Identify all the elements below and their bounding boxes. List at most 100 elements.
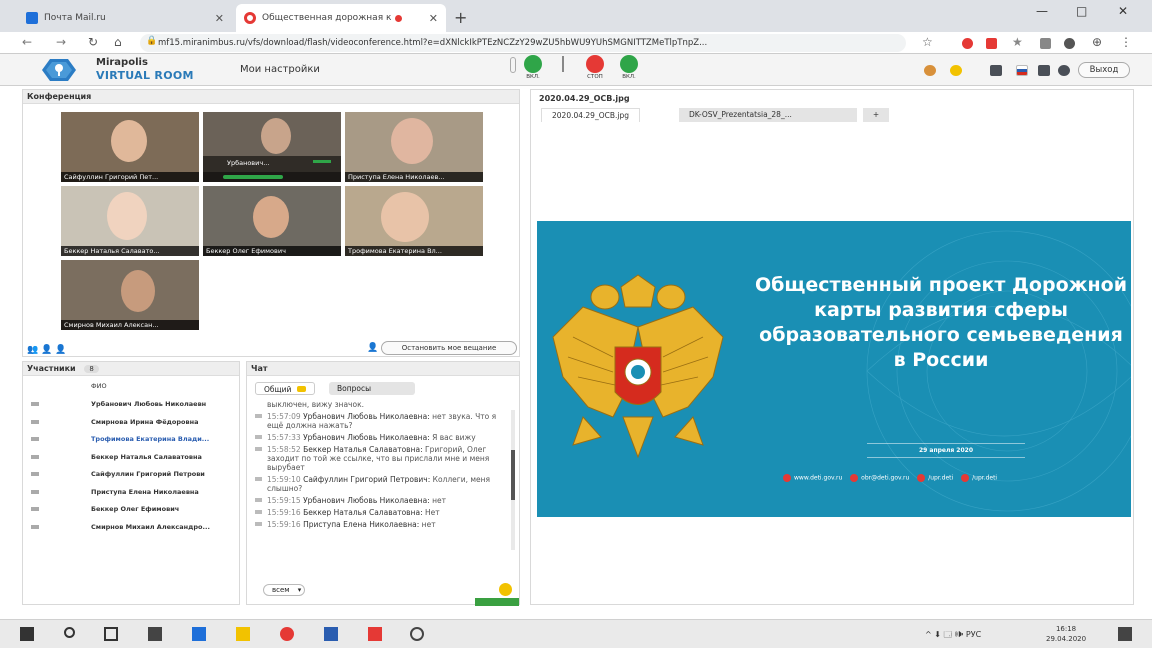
- participant-status-icon: [31, 507, 39, 511]
- russian-flag-icon[interactable]: [1016, 65, 1028, 76]
- file-explorer-icon[interactable]: [236, 627, 250, 641]
- screen-share-button[interactable]: ВКЛ.: [618, 55, 640, 80]
- browser-tab-mail[interactable]: Почта Mail.ru ✕: [18, 4, 232, 32]
- video-tile[interactable]: Смирнов Михаил Алексан...: [61, 260, 199, 330]
- mail-app-icon[interactable]: [192, 627, 206, 641]
- message-text: нет: [421, 520, 436, 529]
- video-tile[interactable]: Беккер Наталья Салавато...: [61, 186, 199, 256]
- document-tab-active[interactable]: 2020.04.29_OCB.jpg: [541, 108, 640, 122]
- windows-start-icon[interactable]: [20, 627, 34, 641]
- participant-row[interactable]: Приступа Елена Николаевна: [23, 484, 239, 500]
- participant-row[interactable]: Трофимова Екатерина Влади...: [23, 431, 239, 447]
- close-window-button[interactable]: ✕: [1118, 4, 1128, 18]
- participant-row[interactable]: Урбанович Любовь Николаевн: [23, 396, 239, 412]
- send-button[interactable]: [475, 598, 519, 606]
- mirapolis-logo-icon: [42, 59, 76, 81]
- participant-row[interactable]: Беккер Олег Ефимович: [23, 501, 239, 517]
- user-icon[interactable]: [1038, 65, 1050, 76]
- video-tile[interactable]: Сайфуллин Григорий Пет...: [61, 112, 199, 182]
- close-icon[interactable]: ✕: [215, 12, 224, 25]
- media-icon[interactable]: [1040, 38, 1051, 49]
- home-icon[interactable]: ⌂: [114, 35, 122, 49]
- browser-tab-strip: Почта Mail.ru ✕ Общественная дорожная к …: [0, 0, 1152, 32]
- menu-icon[interactable]: ⋮: [1120, 35, 1132, 49]
- maximize-button[interactable]: □: [1076, 4, 1087, 18]
- help-icon[interactable]: [1058, 65, 1070, 76]
- minimize-button[interactable]: —: [1036, 4, 1048, 18]
- settings-gear-icon[interactable]: [410, 627, 424, 641]
- message-icon: [255, 522, 262, 526]
- audio-level-control[interactable]: [552, 55, 574, 72]
- participant-name: Смирнов Михаил Александро...: [91, 522, 210, 531]
- notifications-icon[interactable]: [1118, 627, 1132, 641]
- chat-panel: Чат Общий Вопросы выключен, вижу значок.…: [246, 361, 520, 606]
- message-text: Нет: [425, 508, 440, 517]
- volume-bar[interactable]: [313, 160, 331, 163]
- message-icon: [255, 510, 262, 514]
- mic-label: ВКЛ.: [526, 74, 540, 80]
- participant-row[interactable]: Смирнова Ирина Фёдоровна: [23, 414, 239, 430]
- clock[interactable]: 16:18 29.04.2020: [1046, 624, 1086, 644]
- participants-view-icon[interactable]: 👥: [27, 345, 38, 355]
- my-settings-link[interactable]: Мои настройки: [240, 64, 320, 75]
- invite-icon[interactable]: 👤: [55, 345, 66, 355]
- new-tab-button[interactable]: +: [454, 8, 467, 27]
- url-text: mf15.miranimbus.ru/vfs/download/flash/vi…: [158, 38, 708, 48]
- clock-date: 29.04.2020: [1046, 635, 1087, 643]
- video-tile[interactable]: Трофимова Екатерина Вл...: [345, 186, 483, 256]
- stop-broadcast-button[interactable]: Остановить мое вещание: [381, 341, 517, 355]
- url-input[interactable]: mf15.miranimbus.ru/vfs/download/flash/vi…: [140, 34, 906, 52]
- new-tab-plus-icon[interactable]: ⊕: [1092, 35, 1102, 49]
- smiley-icon[interactable]: [499, 583, 512, 596]
- emoji-icon[interactable]: [950, 65, 962, 76]
- store-icon[interactable]: [148, 627, 162, 641]
- chat-message: 15:57:09 Урбанович Любовь Николаевна: не…: [255, 412, 513, 430]
- mic-toggle-button[interactable]: ВКЛ.: [522, 55, 544, 80]
- slide-link: /upr.deti: [928, 474, 954, 482]
- participant-row[interactable]: Сайфуллин Григорий Петрови: [23, 466, 239, 482]
- system-tray[interactable]: ^ ⬇ 🗔 🕪 РУС: [925, 629, 981, 643]
- forward-icon[interactable]: →: [56, 35, 66, 49]
- video-tile[interactable]: Урбанович...: [203, 112, 341, 182]
- yandex-icon[interactable]: [368, 627, 382, 641]
- task-view-icon[interactable]: [104, 627, 118, 641]
- participant-status-icon: [31, 437, 39, 441]
- participant-status-icon: [31, 419, 39, 424]
- folder-icon[interactable]: [990, 65, 1002, 76]
- document-tab[interactable]: DK-OSV_Prezentatsia_28_...: [679, 108, 857, 122]
- bookmark-icon[interactable]: ★: [1012, 35, 1023, 49]
- scrollbar-thumb[interactable]: [511, 450, 515, 500]
- participant-row[interactable]: Смирнов Михаил Александро...: [23, 519, 239, 535]
- chat-tab-questions[interactable]: Вопросы: [329, 382, 415, 395]
- lock-icon[interactable]: 🔒: [146, 36, 157, 46]
- close-icon[interactable]: ✕: [429, 12, 438, 25]
- slide-link: /upr.deti: [972, 474, 998, 482]
- reload-icon[interactable]: ↻: [88, 35, 98, 49]
- participant-row[interactable]: Беккер Наталья Салаватовна: [23, 449, 239, 465]
- chrome-taskbar-icon[interactable]: [280, 627, 294, 641]
- browser-tab-conference[interactable]: Общественная дорожная к ✕: [236, 4, 446, 32]
- video-tile[interactable]: Беккер Олег Ефимович: [203, 186, 341, 256]
- screen-icon: [620, 55, 638, 73]
- participant-status-icon: [31, 489, 39, 494]
- back-icon[interactable]: ←: [22, 35, 32, 49]
- add-user-icon[interactable]: 👤: [41, 345, 52, 355]
- profile-icon[interactable]: [1064, 38, 1075, 49]
- extension-icon[interactable]: [986, 38, 997, 49]
- hand-icon[interactable]: [924, 65, 936, 76]
- facebook-icon: [961, 474, 970, 482]
- search-icon[interactable]: [64, 627, 75, 638]
- participant-name: Смирнова Ирина Фёдоровна: [91, 417, 199, 426]
- chat-scrollbar[interactable]: [511, 410, 515, 550]
- word-icon[interactable]: [324, 627, 338, 641]
- camera-toggle-button[interactable]: СТОП: [584, 55, 606, 80]
- opera-icon[interactable]: [962, 38, 973, 49]
- exit-button[interactable]: Выход: [1078, 62, 1130, 78]
- video-tile[interactable]: Приступа Елена Николаев...: [345, 112, 483, 182]
- add-document-tab-button[interactable]: +: [863, 108, 889, 122]
- chat-tab-general[interactable]: Общий: [255, 382, 315, 395]
- participant-name: Урбанович Любовь Николаевн: [91, 400, 207, 408]
- recipient-select[interactable]: всем ▾: [263, 584, 305, 596]
- participants-title: Участники: [27, 364, 76, 373]
- star-icon[interactable]: ☆: [922, 35, 933, 49]
